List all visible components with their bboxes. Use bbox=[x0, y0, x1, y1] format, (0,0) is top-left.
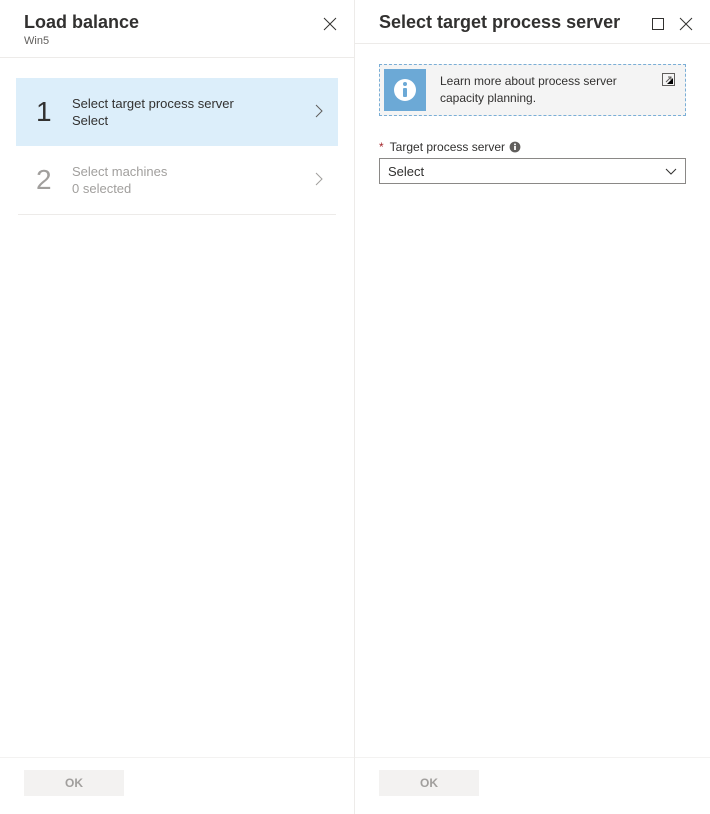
step-select-machines[interactable]: 2 Select machines 0 selected bbox=[16, 146, 338, 214]
panel-header-titles: Select target process server bbox=[379, 12, 620, 33]
panel-footer-left: OK bbox=[0, 757, 354, 814]
panel-subtitle: Win5 bbox=[24, 35, 139, 47]
ok-button[interactable]: OK bbox=[24, 770, 124, 796]
panel-title: Select target process server bbox=[379, 12, 620, 33]
select-value: Select bbox=[388, 164, 424, 179]
panel-title: Load balance bbox=[24, 12, 139, 33]
external-link-icon[interactable] bbox=[662, 69, 675, 89]
chevron-right-icon bbox=[315, 104, 324, 121]
close-icon[interactable] bbox=[322, 16, 338, 32]
step-text: Select target process server Select bbox=[72, 96, 315, 128]
right-body: Learn more about process server capacity… bbox=[355, 44, 710, 757]
info-icon bbox=[384, 69, 426, 111]
target-process-server-select[interactable]: Select bbox=[379, 158, 686, 184]
step-select-target-process-server[interactable]: 1 Select target process server Select bbox=[16, 78, 338, 146]
steps-body: 1 Select target process server Select 2 … bbox=[0, 58, 354, 757]
step-number: 1 bbox=[36, 96, 72, 128]
panel-header-controls bbox=[650, 12, 694, 32]
load-balance-panel: Load balance Win5 1 Select target proces… bbox=[0, 0, 355, 814]
close-icon[interactable] bbox=[678, 16, 694, 32]
panel-header-right: Select target process server bbox=[355, 0, 710, 44]
chevron-down-icon bbox=[665, 164, 677, 179]
field-label: * Target process server bbox=[379, 140, 686, 154]
select-target-process-server-panel: Select target process server Learn more … bbox=[355, 0, 710, 814]
required-indicator: * bbox=[379, 140, 384, 154]
panel-header-left: Load balance Win5 bbox=[0, 0, 354, 58]
step-text: Select machines 0 selected bbox=[72, 164, 315, 196]
ok-button[interactable]: OK bbox=[379, 770, 479, 796]
chevron-right-icon bbox=[315, 172, 324, 189]
step-sub: Select bbox=[72, 113, 315, 128]
info-text: Learn more about process server capacity… bbox=[440, 73, 648, 107]
divider bbox=[18, 214, 336, 215]
step-number: 2 bbox=[36, 164, 72, 196]
maximize-icon[interactable] bbox=[650, 16, 666, 32]
step-title: Select machines bbox=[72, 164, 315, 179]
info-tooltip-icon[interactable] bbox=[509, 141, 521, 153]
panel-footer-right: OK bbox=[355, 757, 710, 814]
panel-header-controls bbox=[322, 12, 338, 32]
field-label-text: Target process server bbox=[390, 140, 505, 154]
panel-header-titles: Load balance Win5 bbox=[24, 12, 139, 47]
step-title: Select target process server bbox=[72, 96, 315, 111]
info-box: Learn more about process server capacity… bbox=[379, 64, 686, 116]
step-sub: 0 selected bbox=[72, 181, 315, 196]
